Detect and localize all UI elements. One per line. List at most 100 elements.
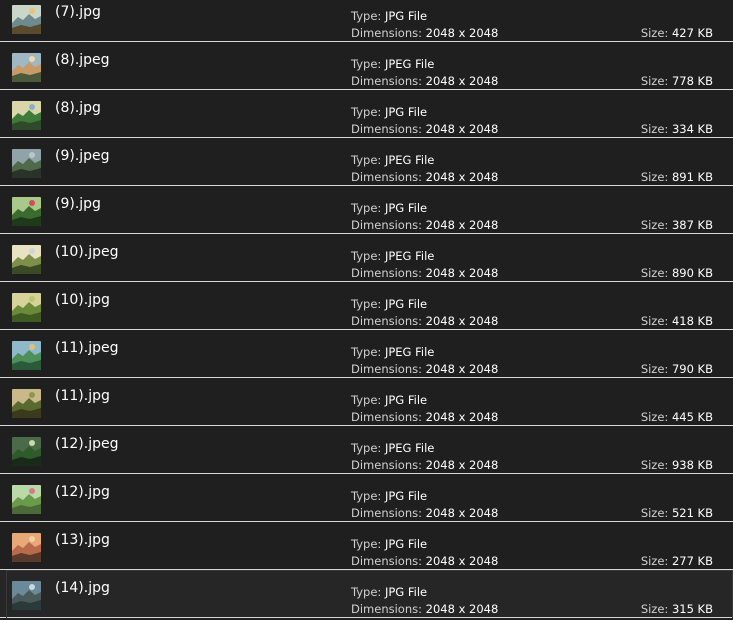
file-name: (11).jpg xyxy=(55,388,110,404)
image-thumbnail xyxy=(12,485,41,514)
type-value: JPEG File xyxy=(384,249,435,263)
type-label: Type: xyxy=(351,249,382,263)
dimensions-label: Dimensions: xyxy=(351,506,422,520)
file-type: Type: JPG File xyxy=(351,489,427,503)
file-row[interactable]: (11).jpeg Type: JPEG File Dimensions: 20… xyxy=(0,330,733,378)
dimensions-value: 2048 x 2048 xyxy=(425,602,499,616)
file-dimensions: Dimensions: 2048 x 2048 xyxy=(351,314,498,328)
file-name: (12).jpg xyxy=(55,484,110,500)
dimensions-label: Dimensions: xyxy=(351,74,422,88)
dimensions-value: 2048 x 2048 xyxy=(425,314,499,328)
file-dimensions: Dimensions: 2048 x 2048 xyxy=(351,554,498,568)
size-label: Size: xyxy=(640,74,669,88)
size-value: 315 KB xyxy=(671,602,713,616)
image-thumbnail xyxy=(12,5,41,34)
dimensions-value: 2048 x 2048 xyxy=(425,410,499,424)
file-name: (12).jpeg xyxy=(55,436,119,452)
file-size: Size: 334 KB xyxy=(641,122,713,136)
size-label: Size: xyxy=(640,26,669,40)
file-row[interactable]: (10).jpeg Type: JPEG File Dimensions: 20… xyxy=(0,234,733,282)
file-type: Type: JPG File xyxy=(351,297,427,311)
size-label: Size: xyxy=(640,314,669,328)
size-value: 387 KB xyxy=(671,218,713,232)
file-row[interactable]: (8).jpeg Type: JPEG File Dimensions: 204… xyxy=(0,42,733,90)
image-thumbnail xyxy=(12,389,41,418)
file-type: Type: JPEG File xyxy=(351,345,434,359)
size-label: Size: xyxy=(640,554,669,568)
type-label: Type: xyxy=(351,489,382,503)
dimensions-label: Dimensions: xyxy=(351,314,422,328)
dimensions-label: Dimensions: xyxy=(351,26,422,40)
dimensions-value: 2048 x 2048 xyxy=(425,554,499,568)
dimensions-label: Dimensions: xyxy=(351,554,422,568)
type-label: Type: xyxy=(351,345,382,359)
file-row[interactable]: (12).jpeg Type: JPEG File Dimensions: 20… xyxy=(0,426,733,474)
file-type: Type: JPEG File xyxy=(351,441,434,455)
file-size: Size: 315 KB xyxy=(641,602,713,616)
dimensions-label: Dimensions: xyxy=(351,218,422,232)
type-value: JPEG File xyxy=(384,153,435,167)
file-row[interactable]: (11).jpg Type: JPG File Dimensions: 2048… xyxy=(0,378,733,426)
file-type: Type: JPEG File xyxy=(351,57,434,71)
file-row[interactable]: (10).jpg Type: JPG File Dimensions: 2048… xyxy=(0,282,733,330)
dimensions-value: 2048 x 2048 xyxy=(425,218,499,232)
dimensions-value: 2048 x 2048 xyxy=(425,170,499,184)
size-value: 890 KB xyxy=(671,266,713,280)
type-label: Type: xyxy=(351,537,382,551)
file-dimensions: Dimensions: 2048 x 2048 xyxy=(351,218,498,232)
file-size: Size: 418 KB xyxy=(641,314,713,328)
image-thumbnail xyxy=(12,293,41,322)
size-label: Size: xyxy=(640,458,669,472)
file-dimensions: Dimensions: 2048 x 2048 xyxy=(351,170,498,184)
file-name: (8).jpeg xyxy=(55,52,110,68)
file-name: (7).jpg xyxy=(55,4,101,20)
file-type: Type: JPG File xyxy=(351,9,427,23)
type-label: Type: xyxy=(351,105,382,119)
image-thumbnail xyxy=(12,533,41,562)
file-dimensions: Dimensions: 2048 x 2048 xyxy=(351,410,498,424)
file-size: Size: 778 KB xyxy=(641,74,713,88)
type-value: JPG File xyxy=(384,393,428,407)
file-dimensions: Dimensions: 2048 x 2048 xyxy=(351,362,498,376)
dimensions-label: Dimensions: xyxy=(351,362,422,376)
file-row[interactable]: (9).jpeg Type: JPEG File Dimensions: 204… xyxy=(0,138,733,186)
file-name: (14).jpg xyxy=(55,580,110,596)
file-type: Type: JPG File xyxy=(351,393,427,407)
type-label: Type: xyxy=(351,57,382,71)
file-row[interactable]: (12).jpg Type: JPG File Dimensions: 2048… xyxy=(0,474,733,522)
file-type: Type: JPEG File xyxy=(351,249,434,263)
file-type: Type: JPG File xyxy=(351,201,427,215)
file-dimensions: Dimensions: 2048 x 2048 xyxy=(351,26,498,40)
type-label: Type: xyxy=(351,201,382,215)
type-label: Type: xyxy=(351,393,382,407)
file-size: Size: 387 KB xyxy=(641,218,713,232)
file-name: (13).jpg xyxy=(55,532,110,548)
dimensions-label: Dimensions: xyxy=(351,170,422,184)
image-thumbnail xyxy=(12,149,41,178)
file-type: Type: JPEG File xyxy=(351,153,434,167)
dimensions-label: Dimensions: xyxy=(351,122,422,136)
image-thumbnail xyxy=(12,245,41,274)
file-row[interactable]: (13).jpg Type: JPG File Dimensions: 2048… xyxy=(0,522,733,570)
file-row[interactable]: (9).jpg Type: JPG File Dimensions: 2048 … xyxy=(0,186,733,234)
file-row[interactable]: (14).jpg Type: JPG File Dimensions: 2048… xyxy=(0,570,733,618)
file-size: Size: 277 KB xyxy=(641,554,713,568)
file-name: (10).jpeg xyxy=(55,244,119,260)
size-value: 790 KB xyxy=(671,362,713,376)
file-row[interactable]: (8).jpg Type: JPG File Dimensions: 2048 … xyxy=(0,90,733,138)
file-size: Size: 891 KB xyxy=(641,170,713,184)
file-dimensions: Dimensions: 2048 x 2048 xyxy=(351,74,498,88)
type-value: JPG File xyxy=(384,105,428,119)
file-row[interactable]: (7).jpg Type: JPG File Dimensions: 2048 … xyxy=(0,0,733,42)
size-value: 521 KB xyxy=(671,506,713,520)
dimensions-value: 2048 x 2048 xyxy=(425,122,499,136)
size-value: 938 KB xyxy=(671,458,713,472)
file-type: Type: JPG File xyxy=(351,105,427,119)
size-label: Size: xyxy=(640,362,669,376)
file-dimensions: Dimensions: 2048 x 2048 xyxy=(351,266,498,280)
file-name: (8).jpg xyxy=(55,100,101,116)
image-thumbnail xyxy=(12,437,41,466)
dimensions-value: 2048 x 2048 xyxy=(425,362,499,376)
size-value: 445 KB xyxy=(671,410,713,424)
file-size: Size: 938 KB xyxy=(641,458,713,472)
